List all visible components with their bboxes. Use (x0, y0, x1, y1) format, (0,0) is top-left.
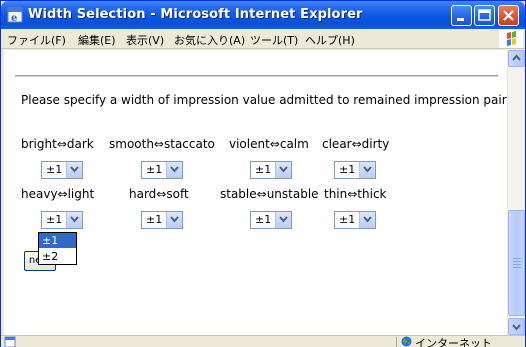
browser-window: e Width Selection - Microsoft Internet E… (0, 0, 526, 347)
internet-explorer-icon: e (7, 7, 23, 23)
chevron-up-icon (512, 54, 521, 61)
chevron-down-icon[interactable] (359, 162, 375, 178)
dropdown-option-selected[interactable]: ±1 (39, 233, 76, 248)
chevron-down-icon (512, 324, 521, 331)
grip-line (513, 258, 521, 259)
chevron-down-icon[interactable] (66, 212, 82, 228)
chevron-down-icon[interactable] (166, 162, 182, 178)
pair-label: hard⇔soft (129, 187, 189, 201)
instruction-text: Please specify a width of impression val… (21, 93, 507, 107)
select-value: ±1 (46, 163, 63, 176)
menu-favorites[interactable]: お気に入り(A) (174, 32, 245, 48)
select-value: ±1 (339, 213, 356, 226)
page-content: Please specify a width of impression val… (4, 50, 507, 335)
horizontal-rule (15, 75, 498, 77)
vertical-scrollbar[interactable] (507, 50, 525, 335)
width-select[interactable]: ±1 (250, 211, 292, 229)
close-icon (503, 10, 514, 21)
width-select[interactable]: ±1 (41, 161, 83, 179)
grip-line (513, 264, 521, 265)
chevron-down-icon[interactable] (166, 212, 182, 228)
menu-file[interactable]: ファイル(F) (7, 32, 66, 48)
status-bar: インターネット (1, 335, 525, 347)
menu-help[interactable]: ヘルプ(H) (305, 32, 355, 48)
chevron-down-icon[interactable] (66, 162, 82, 178)
chevron-down-icon[interactable] (275, 212, 291, 228)
maximize-button[interactable] (474, 5, 495, 26)
title-bar[interactable]: e Width Selection - Microsoft Internet E… (1, 1, 525, 29)
select-value: ±1 (339, 163, 356, 176)
select-value: ±1 (146, 213, 163, 226)
scroll-down-button[interactable] (508, 318, 525, 335)
chevron-down-icon[interactable] (275, 162, 291, 178)
pair-label: thin⇔thick (324, 187, 387, 201)
grip-line (513, 267, 521, 268)
close-button[interactable] (498, 5, 519, 26)
grip-line (513, 261, 521, 262)
width-select-open[interactable]: ±1 (41, 211, 83, 229)
width-select[interactable]: ±1 (141, 161, 183, 179)
scroll-up-button[interactable] (508, 50, 525, 67)
window-title: Width Selection - Microsoft Internet Exp… (28, 7, 363, 22)
select-value: ±1 (255, 213, 272, 226)
menu-bar: ファイル(F) 編集(E) 表示(V) お気に入り(A) ツール(T) ヘルプ(… (1, 29, 525, 49)
svg-text:e: e (11, 13, 17, 23)
dropdown-option[interactable]: ±2 (39, 249, 76, 264)
minimize-icon (457, 18, 464, 21)
page-icon (4, 336, 16, 347)
pair-label: bright⇔dark (21, 137, 94, 151)
pair-label: stable⇔unstable (220, 187, 319, 201)
width-select[interactable]: ±1 (334, 211, 376, 229)
select-value: ±1 (255, 163, 272, 176)
select-value: ±1 (146, 163, 163, 176)
menu-edit[interactable]: 編集(E) (78, 32, 116, 48)
pair-label: violent⇔calm (229, 137, 309, 151)
width-select[interactable]: ±1 (141, 211, 183, 229)
minimize-button[interactable] (451, 5, 472, 26)
select-value: ±1 (46, 213, 63, 226)
scroll-thumb[interactable] (508, 210, 525, 316)
security-zone-label: インターネット (415, 337, 492, 347)
globe-icon (401, 336, 412, 347)
menu-view[interactable]: 表示(V) (126, 32, 164, 48)
windows-logo-icon (499, 30, 523, 48)
dropdown-options-list: ±1 ±2 (38, 232, 77, 265)
chevron-down-icon[interactable] (359, 212, 375, 228)
pair-label: heavy⇔light (21, 187, 95, 201)
status-divider (396, 337, 397, 347)
width-select[interactable]: ±1 (334, 161, 376, 179)
width-select[interactable]: ±1 (250, 161, 292, 179)
maximize-icon (478, 9, 491, 21)
pair-label: clear⇔dirty (322, 137, 390, 151)
pair-label: smooth⇔staccato (109, 137, 215, 151)
menu-tools[interactable]: ツール(T) (250, 32, 298, 48)
